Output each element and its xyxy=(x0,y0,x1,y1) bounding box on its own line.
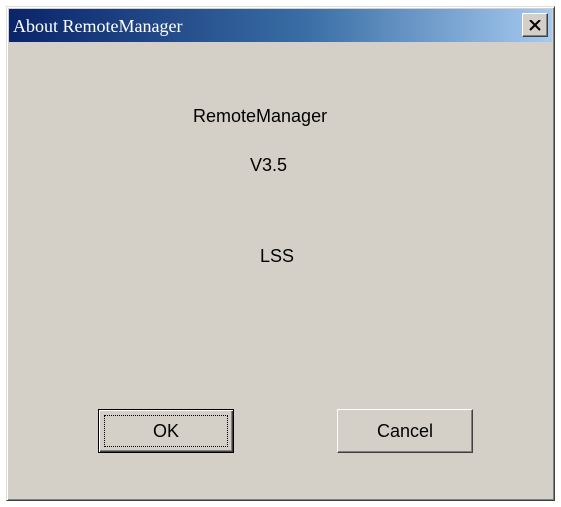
version-label: V3.5 xyxy=(250,155,288,175)
close-button[interactable] xyxy=(522,13,548,37)
close-x-icon xyxy=(529,19,541,31)
window-title: About RemoteManager xyxy=(13,16,183,36)
company-label: LSS xyxy=(260,246,295,266)
title-bar[interactable]: About RemoteManager xyxy=(9,9,552,42)
cancel-button[interactable]: Cancel xyxy=(337,409,473,453)
ok-button-label: OK xyxy=(152,420,179,441)
app-name-label: RemoteManager xyxy=(193,106,328,126)
about-dialog: About RemoteManager RemoteManager V3.5 L… xyxy=(6,6,555,501)
ok-button[interactable]: OK xyxy=(98,409,234,453)
cancel-button-label: Cancel xyxy=(376,420,434,441)
